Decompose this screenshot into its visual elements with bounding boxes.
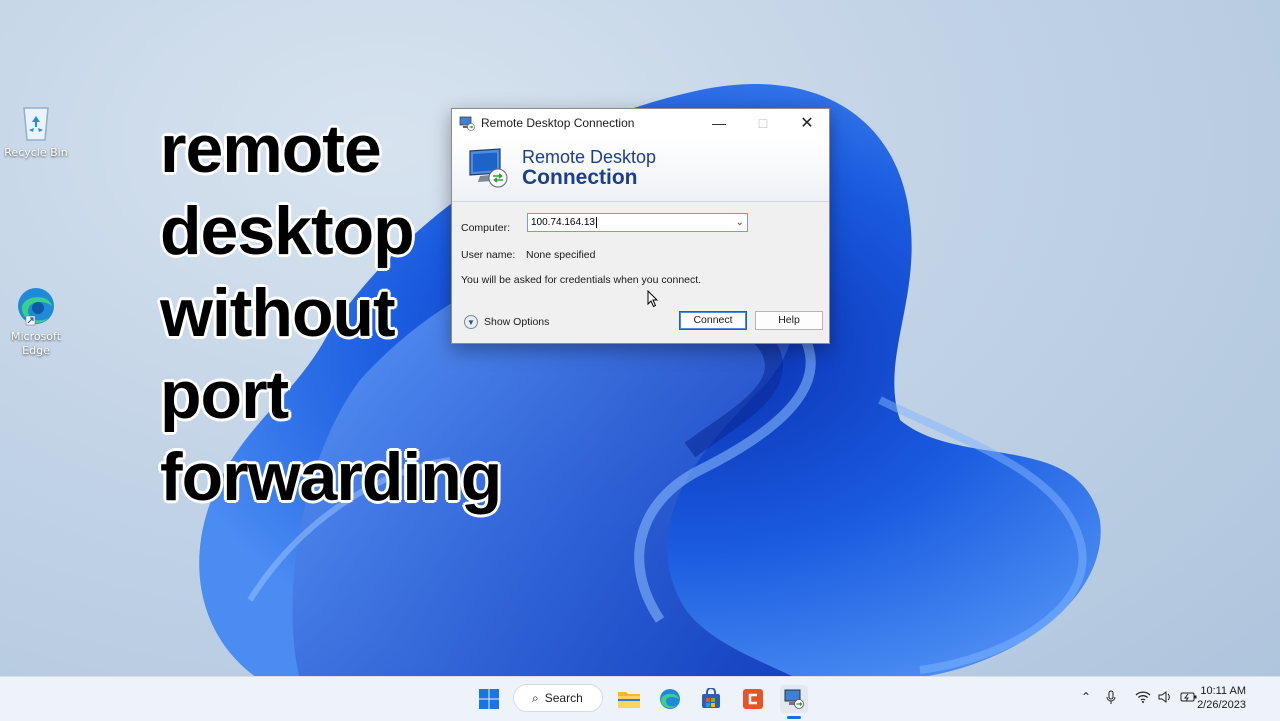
minimize-button[interactable]: — [697, 109, 741, 137]
computer-input-value[interactable]: 100.74.164.13 [531, 217, 595, 228]
help-button[interactable]: Help [755, 311, 823, 330]
credentials-note: You will be asked for credentials when y… [461, 274, 702, 286]
snagit-icon [743, 689, 763, 709]
username-value: None specified [526, 249, 596, 261]
active-app-indicator [787, 716, 801, 719]
store-icon [702, 688, 720, 708]
window-title: Remote Desktop Connection [481, 116, 635, 130]
desktop-icon-recycle-bin[interactable]: Recycle Bin [1, 100, 71, 160]
desktop-icon-edge[interactable]: Microsoft Edge [1, 284, 71, 358]
edge-icon [660, 689, 680, 709]
remote-desktop-logo-icon [466, 145, 512, 191]
remote-desktop-window: Remote Desktop Connection — □ ✕ Remote D… [451, 108, 830, 344]
search-icon: ⌕ [532, 690, 539, 705]
clock-time: 10:11 AM [1200, 685, 1246, 697]
caption-line: forwarding [160, 439, 502, 515]
microphone-icon[interactable] [1104, 690, 1118, 709]
desktop-icon-label: Recycle Bin [4, 146, 68, 159]
desktop-icon-label: Microsoft Edge [10, 330, 62, 357]
title-bar[interactable]: Remote Desktop Connection — □ ✕ [452, 109, 829, 137]
close-button[interactable]: ✕ [785, 109, 829, 137]
remote-desktop-icon [459, 115, 475, 131]
mouse-cursor-icon [647, 289, 659, 313]
recycle-bin-icon [14, 100, 58, 144]
taskbar-file-explorer[interactable] [615, 685, 643, 713]
file-explorer-icon [618, 692, 640, 708]
connection-form: Computer: 100.74.164.13 ⌄ User name: Non… [452, 202, 829, 344]
chevron-up-icon[interactable]: ⌃ [1081, 690, 1091, 704]
computer-label: Computer: [461, 222, 511, 234]
clock-date: 2/26/2023 [1197, 699, 1246, 711]
edge-icon [14, 284, 58, 328]
connect-button[interactable]: Connect [679, 311, 747, 330]
computer-combobox[interactable]: 100.74.164.13 ⌄ [527, 213, 748, 232]
chevron-down-icon[interactable]: ⌄ [736, 214, 744, 231]
taskbar-remote-desktop[interactable] [780, 685, 808, 713]
dialog-banner: Remote Desktop Connection [452, 137, 829, 202]
taskbar-edge[interactable] [656, 685, 684, 713]
search-label: Search [544, 691, 583, 705]
taskbar: ⌕ Search ⌃ 10:11 AM 2/26/2023 [0, 676, 1280, 721]
chevron-down-circle-icon: ▼ [464, 315, 478, 329]
banner-title-line2: Connection [522, 166, 638, 189]
username-label: User name: [461, 249, 516, 261]
close-icon: ✕ [800, 115, 814, 132]
volume-icon[interactable] [1157, 690, 1173, 707]
taskbar-store[interactable] [697, 685, 725, 713]
taskbar-snagit[interactable] [739, 685, 767, 713]
remote-desktop-icon [784, 689, 804, 709]
system-clock[interactable]: 10:11 AM 2/26/2023 [1197, 684, 1246, 712]
start-icon [479, 689, 499, 709]
maximize-button[interactable]: □ [741, 109, 785, 137]
caption-line: port [160, 357, 289, 433]
wifi-icon[interactable] [1135, 690, 1151, 707]
text-caret [595, 217, 597, 228]
battery-icon[interactable] [1180, 690, 1198, 707]
banner-title-line1: Remote Desktop [522, 147, 657, 167]
show-options-toggle[interactable]: ▼ Show Options [464, 315, 549, 329]
show-options-label: Show Options [484, 316, 550, 328]
taskbar-search[interactable]: ⌕ Search [513, 684, 603, 712]
start-button[interactable] [475, 685, 503, 713]
